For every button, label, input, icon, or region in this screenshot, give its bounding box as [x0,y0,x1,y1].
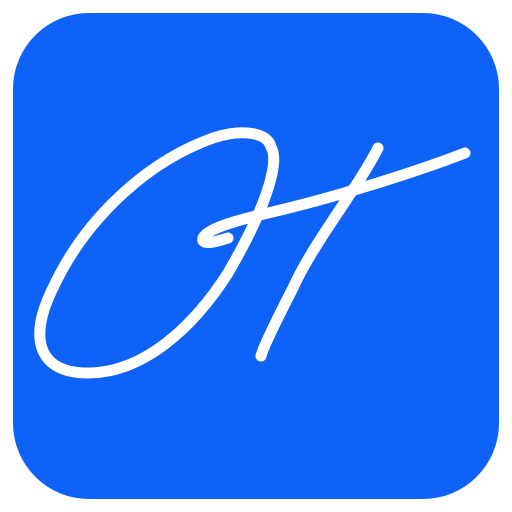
ot-monogram-logo-icon [13,13,499,499]
canvas [0,0,512,512]
app-icon[interactable] [13,13,499,499]
icon-background [13,13,499,499]
